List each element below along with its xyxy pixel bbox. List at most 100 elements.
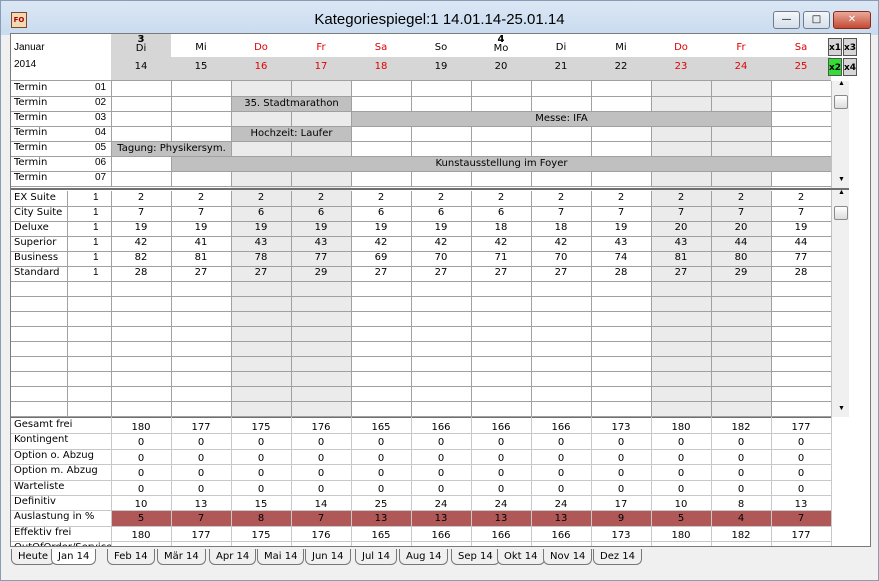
- weekend-column-shade: [651, 81, 711, 417]
- summary-column-line: [351, 417, 352, 546]
- day-number: 17: [314, 61, 328, 72]
- events-scrollbar[interactable]: ▲ ▼: [831, 80, 849, 188]
- summary-value: 25: [374, 499, 388, 510]
- day-name: Sa: [374, 42, 388, 53]
- month-tab[interactable]: Nov 14: [543, 549, 593, 565]
- category-value: 7: [557, 207, 565, 218]
- header-divider: [11, 80, 831, 81]
- zoom-x4-button[interactable]: x4: [843, 58, 857, 76]
- summary-value: 0: [617, 483, 625, 495]
- maximize-button[interactable]: □: [803, 11, 830, 29]
- summary-value: 13: [554, 513, 568, 525]
- summary-value: 24: [434, 499, 448, 510]
- month-tab[interactable]: Sep 14: [451, 549, 500, 565]
- category-value: 19: [434, 222, 448, 233]
- summary-value: 173: [611, 422, 631, 433]
- summary-value: 166: [551, 529, 571, 541]
- month-tab[interactable]: Mär 14: [157, 549, 206, 565]
- month-tab[interactable]: Mai 14: [257, 549, 305, 565]
- summary-value: 24: [494, 499, 508, 510]
- event-bar[interactable]: Kunstausstellung im Foyer: [172, 157, 831, 171]
- zoom-x1-button[interactable]: x1: [828, 38, 842, 56]
- category-value: 19: [794, 222, 808, 233]
- summary-value: 0: [197, 468, 205, 480]
- month-tab[interactable]: Apr 14: [209, 549, 257, 565]
- category-value: 19: [614, 222, 628, 233]
- category-value: 44: [794, 237, 808, 248]
- category-value: 18: [554, 222, 568, 233]
- category-column-line: [471, 191, 472, 416]
- event-bar[interactable]: 35. Stadtmarathon: [232, 97, 351, 111]
- summary-value: 177: [791, 529, 811, 541]
- day-number: 20: [494, 61, 508, 72]
- category-value: 29: [734, 267, 748, 278]
- summary-column-line: [231, 417, 232, 546]
- category-value: 27: [554, 267, 568, 278]
- category-value: 27: [194, 267, 208, 278]
- month-tab[interactable]: Aug 14: [399, 549, 449, 565]
- category-value: 41: [194, 237, 208, 248]
- event-bar[interactable]: Tagung: Physikersym.: [112, 142, 231, 156]
- events-scroll-thumb[interactable]: [834, 95, 848, 109]
- termin-row-line: [11, 186, 831, 187]
- summary-value: 7: [317, 513, 325, 525]
- minimize-button[interactable]: —: [773, 11, 800, 29]
- summary-value: 8: [737, 499, 745, 510]
- categories-scrollbar[interactable]: ▲ ▼: [831, 189, 849, 417]
- month-tab[interactable]: Dez 14: [593, 549, 643, 565]
- title-bar: FO Kategoriespiegel:1 14.01.14-25.01.14 …: [1, 1, 878, 35]
- category-row-line: [11, 401, 831, 402]
- summary-value: 0: [557, 483, 565, 495]
- summary-value: 0: [317, 452, 325, 464]
- termin-row-line: [11, 96, 831, 97]
- summary-value: 0: [497, 483, 505, 495]
- category-count: 1: [93, 267, 99, 278]
- zoom-x2-button[interactable]: x2: [828, 58, 842, 76]
- category-value: 19: [194, 222, 208, 233]
- month-tab[interactable]: Jun 14: [305, 549, 351, 565]
- month-tab[interactable]: Jan 14: [51, 549, 97, 565]
- summary-value: 13: [794, 499, 808, 510]
- summary-value: 180: [131, 422, 151, 433]
- scroll-up-icon[interactable]: ▲: [838, 189, 845, 196]
- category-value: 43: [614, 237, 628, 248]
- summary-value: 180: [131, 529, 151, 541]
- event-bar[interactable]: Hochzeit: Laufer: [232, 127, 351, 141]
- summary-value: 165: [371, 422, 391, 433]
- category-row-line: [11, 296, 831, 297]
- day-name: Do: [254, 42, 268, 53]
- month-tab[interactable]: Okt 14: [497, 549, 545, 565]
- summary-value: 7: [197, 513, 205, 525]
- scroll-down-icon[interactable]: ▼: [838, 176, 845, 183]
- month-tab[interactable]: Jul 14: [355, 549, 397, 565]
- day-number: 15: [194, 61, 208, 72]
- day-number: 25: [794, 61, 808, 72]
- category-column-line: [171, 191, 172, 416]
- categories-scroll-thumb[interactable]: [834, 206, 848, 220]
- scroll-up-icon[interactable]: ▲: [838, 80, 845, 87]
- summary-label: Kontingent: [14, 434, 69, 446]
- category-name: Business: [14, 252, 59, 263]
- summary-column-line: [591, 417, 592, 546]
- zoom-x3-button[interactable]: x3: [843, 38, 857, 56]
- summary-row-line: [11, 541, 831, 543]
- summary-value: 5: [677, 513, 685, 525]
- summary-value: 0: [317, 468, 325, 480]
- summary-column-line: [471, 417, 472, 546]
- summary-value: 13: [494, 513, 508, 525]
- category-value: 42: [134, 237, 148, 248]
- termin-number: 02: [95, 97, 107, 108]
- category-name: City Suite: [14, 207, 63, 218]
- category-value: 28: [134, 267, 148, 278]
- scroll-down-icon[interactable]: ▼: [838, 405, 845, 412]
- day-name: Di: [135, 43, 147, 54]
- summary-value: 0: [797, 468, 805, 480]
- close-button[interactable]: ✕: [833, 11, 871, 29]
- month-tab[interactable]: Heute: [11, 549, 56, 565]
- month-tab[interactable]: Feb 14: [107, 549, 155, 565]
- event-bar[interactable]: Messe: IFA: [352, 112, 771, 126]
- termin-label: Termin: [14, 97, 48, 108]
- summary-divider: [11, 417, 831, 418]
- termin-column-line: [111, 81, 112, 186]
- category-value: 81: [194, 252, 208, 263]
